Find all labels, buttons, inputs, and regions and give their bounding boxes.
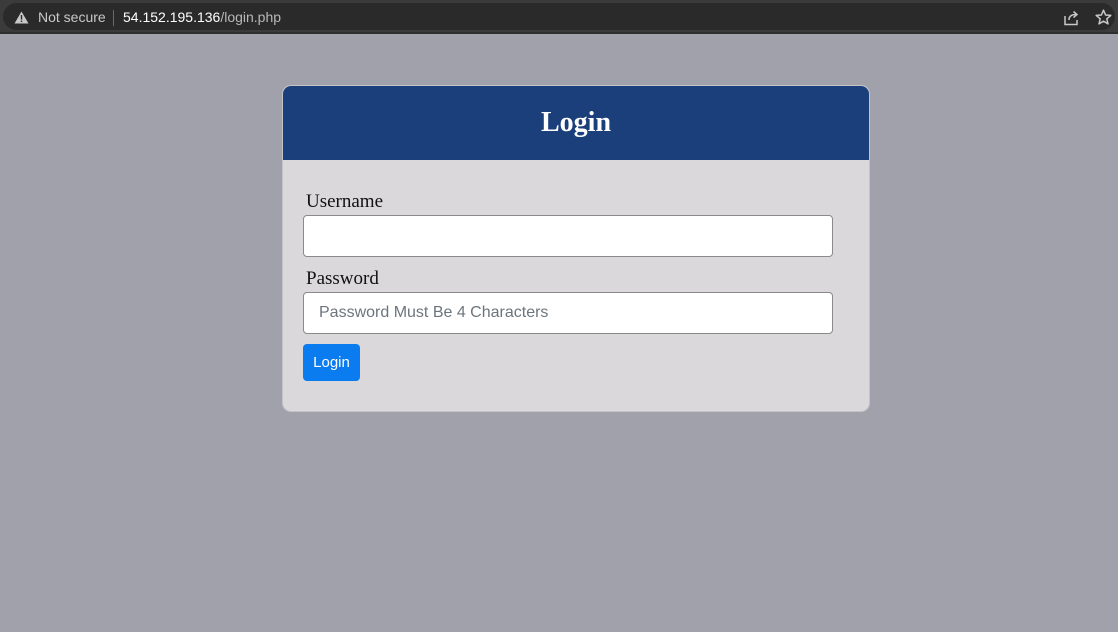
username-label: Username — [306, 191, 384, 212]
login-card-header: Login — [283, 86, 869, 160]
password-label: Password — [306, 268, 379, 289]
share-icon[interactable] — [1063, 10, 1080, 26]
username-input[interactable] — [303, 215, 833, 257]
browser-toolbar: Not secure 54.152.195.136/login.php — [0, 0, 1118, 34]
security-status[interactable]: Not secure — [38, 10, 106, 25]
warning-icon[interactable] — [14, 11, 29, 24]
login-button[interactable]: Login — [303, 344, 360, 381]
address-bar[interactable]: Not secure 54.152.195.136/login.php — [3, 3, 1115, 30]
url-host: 54.152.195.136 — [123, 9, 221, 25]
login-card: Login Username Password Login — [282, 85, 870, 412]
password-input[interactable] — [303, 292, 833, 334]
url-path: /login.php — [220, 9, 282, 25]
url-text[interactable]: 54.152.195.136/login.php — [123, 10, 281, 25]
login-title: Login — [540, 107, 612, 138]
address-divider — [113, 10, 114, 26]
star-icon[interactable] — [1095, 9, 1112, 26]
